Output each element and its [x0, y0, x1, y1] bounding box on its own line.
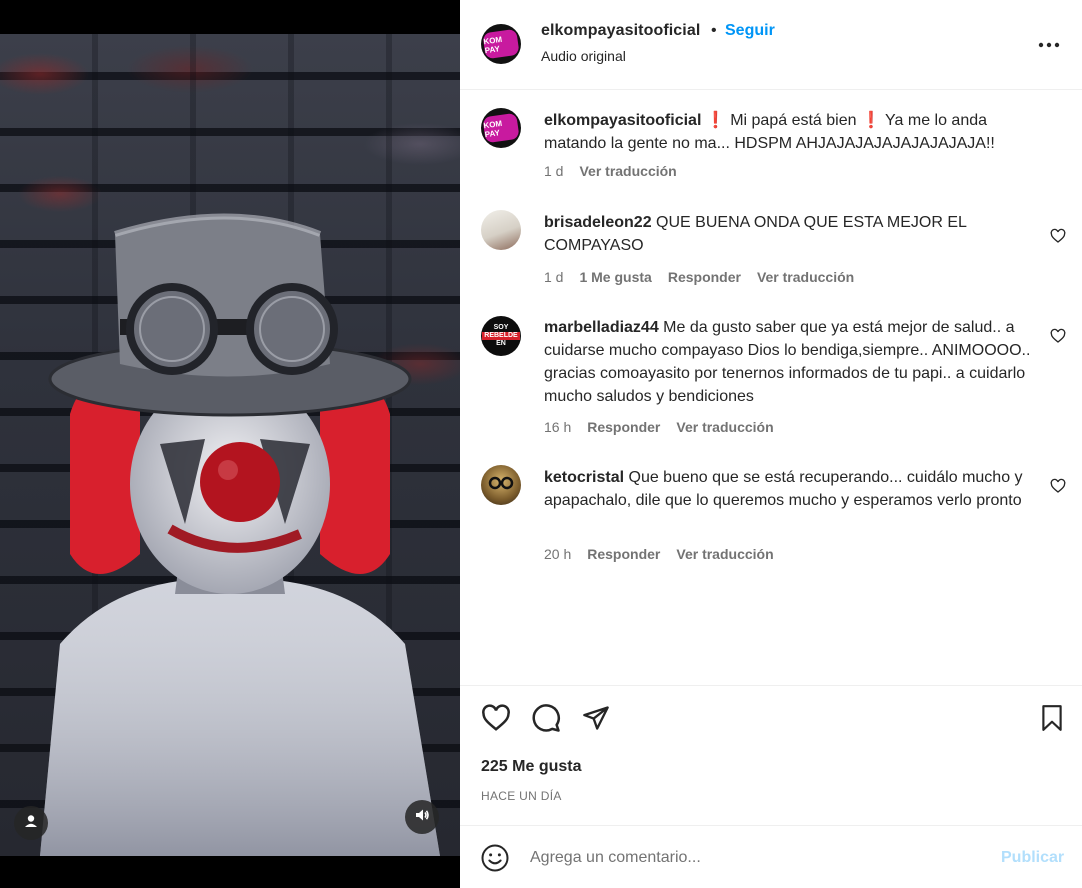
post-header: KOM PAY elkompayasitooficial • Seguir Au…: [460, 0, 1082, 90]
commenter-avatar[interactable]: SOY REBELDE EN: [481, 316, 521, 356]
commenter-avatar[interactable]: [481, 465, 521, 505]
comments-list[interactable]: KOM PAY elkompayasitooficial ❗ Mi papá e…: [460, 91, 1082, 685]
publish-button[interactable]: Publicar: [1001, 849, 1064, 867]
like-button[interactable]: [480, 703, 512, 738]
commenter-avatar[interactable]: [481, 210, 521, 250]
post-media[interactable]: [0, 0, 460, 888]
author-avatar[interactable]: KOM PAY: [481, 108, 521, 148]
comment-bubble-icon: [531, 703, 561, 738]
post-actions: 225 Me gusta HACE UN DÍA: [460, 685, 1082, 825]
comment-text-block: marbelladiaz44 Me da gusto saber que ya …: [544, 316, 1034, 408]
comment-likes[interactable]: 1 Me gusta: [579, 269, 651, 285]
comment-username[interactable]: marbelladiaz44: [544, 319, 659, 336]
comment-username[interactable]: brisadeleon22: [544, 214, 652, 231]
more-options-icon: [1038, 35, 1060, 53]
comment-text-block: elkompayasitooficial ❗ Mi papá está bien…: [544, 109, 1034, 155]
like-comment-button[interactable]: [1050, 478, 1068, 496]
avatar-logo: KOM PAY: [482, 28, 520, 60]
translate-link[interactable]: Ver traducción: [579, 163, 676, 179]
comment-meta: 16 h Responder Ver traducción: [544, 419, 774, 435]
like-comment-button[interactable]: [1050, 328, 1068, 346]
video-frame[interactable]: [0, 34, 460, 856]
clown-figure-image: [40, 213, 440, 856]
share-button[interactable]: [580, 704, 612, 736]
user-tag-icon: [24, 814, 38, 833]
follow-button[interactable]: Seguir: [725, 22, 775, 40]
translate-link[interactable]: Ver traducción: [676, 419, 773, 435]
comment-meta: 1 d 1 Me gusta Responder Ver traducción: [544, 269, 854, 285]
user-tag-button[interactable]: [14, 806, 48, 840]
post-timestamp[interactable]: HACE UN DÍA: [481, 789, 562, 803]
add-comment-bar: Publicar: [460, 825, 1082, 888]
likes-count[interactable]: 225 Me gusta: [481, 758, 581, 776]
more-options-button[interactable]: [1035, 32, 1063, 56]
comment-meta: 20 h Responder Ver traducción: [544, 546, 774, 562]
comment-time[interactable]: 20 h: [544, 546, 571, 562]
heart-icon: [1050, 328, 1066, 348]
bookmark-icon: [1039, 704, 1065, 737]
author-avatar[interactable]: KOM PAY: [481, 24, 521, 64]
translate-link[interactable]: Ver traducción: [676, 546, 773, 562]
emoji-button[interactable]: [480, 843, 510, 873]
like-comment-button[interactable]: [1050, 228, 1068, 246]
comment-text-block: ketocristal Que bueno que se está recupe…: [544, 466, 1034, 512]
heart-icon: [1050, 228, 1066, 248]
translate-link[interactable]: Ver traducción: [757, 269, 854, 285]
heart-icon: [481, 703, 511, 738]
speaker-icon: [414, 807, 430, 828]
comment-button[interactable]: [530, 703, 562, 738]
audio-label[interactable]: Audio original: [541, 48, 626, 64]
comment-input[interactable]: [530, 844, 960, 872]
paper-plane-icon: [582, 704, 610, 737]
comment-username[interactable]: elkompayasitooficial: [544, 112, 701, 129]
comment-username[interactable]: ketocristal: [544, 469, 624, 486]
reply-button[interactable]: Responder: [668, 269, 741, 285]
separator-dot: •: [711, 22, 717, 39]
reply-button[interactable]: Responder: [587, 546, 660, 562]
comment-time[interactable]: 1 d: [544, 269, 563, 285]
comment-meta: 1 d Ver traducción: [544, 163, 677, 179]
sound-toggle-button[interactable]: [405, 800, 439, 834]
emoji-icon: [480, 844, 510, 877]
reply-button[interactable]: Responder: [587, 419, 660, 435]
avatar-logo: KOM PAY: [482, 112, 520, 144]
comment-time[interactable]: 16 h: [544, 419, 571, 435]
author-username[interactable]: elkompayasitooficial: [541, 22, 700, 40]
post-side-panel: KOM PAY elkompayasitooficial • Seguir Au…: [460, 0, 1082, 888]
comment-time[interactable]: 1 d: [544, 163, 563, 179]
save-button[interactable]: [1036, 704, 1068, 736]
heart-icon: [1050, 478, 1066, 498]
comment-text-block: brisadeleon22 QUE BUENA ONDA QUE ESTA ME…: [544, 211, 1034, 257]
